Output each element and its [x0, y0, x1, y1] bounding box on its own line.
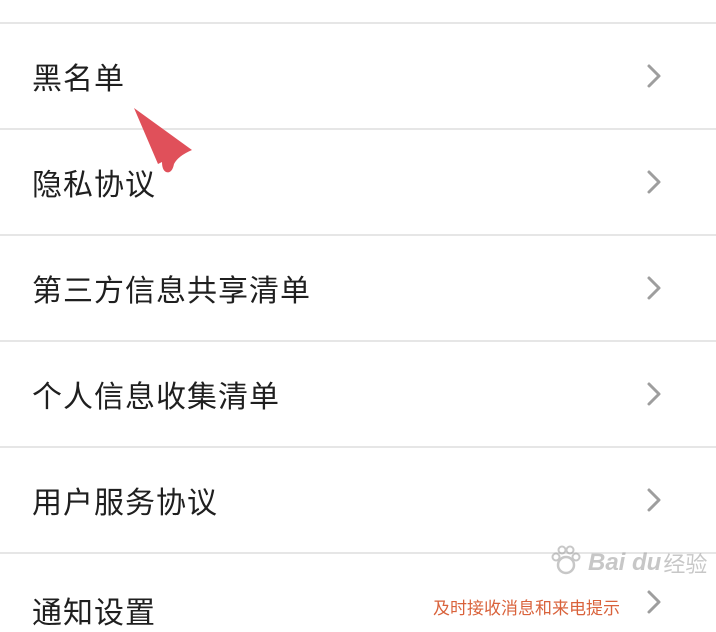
- chevron-right-icon: [640, 274, 668, 302]
- settings-menu-list: 黑名单 隐私协议 第三方信息共享清单 个人信息收集清单 用户服务协议 通知设置 …: [0, 22, 716, 631]
- chevron-right-icon: [640, 588, 668, 616]
- chevron-right-icon: [640, 486, 668, 514]
- menu-item-third-party-sharing-list[interactable]: 第三方信息共享清单: [0, 234, 716, 340]
- menu-item-label: 通知设置: [32, 596, 156, 631]
- menu-item-personal-info-collection-list[interactable]: 个人信息收集清单: [0, 340, 716, 446]
- menu-item-label: 个人信息收集清单: [32, 380, 280, 415]
- menu-item-label: 用户服务协议: [32, 486, 218, 521]
- menu-item-label: 隐私协议: [32, 168, 156, 203]
- menu-item-label: 黑名单: [32, 62, 125, 97]
- notification-hint-text: 及时接收消息和来电提示: [433, 599, 620, 619]
- menu-item-privacy-policy[interactable]: 隐私协议: [0, 128, 716, 234]
- chevron-right-icon: [640, 168, 668, 196]
- chevron-right-icon: [640, 380, 668, 408]
- chevron-right-icon: [640, 62, 668, 90]
- menu-item-blacklist[interactable]: 黑名单: [0, 22, 716, 128]
- menu-item-label: 第三方信息共享清单: [32, 274, 311, 309]
- top-strip: [0, 0, 716, 22]
- menu-item-user-service-agreement[interactable]: 用户服务协议: [0, 446, 716, 552]
- menu-item-notification-settings[interactable]: 通知设置 及时接收消息和来电提示: [0, 552, 716, 631]
